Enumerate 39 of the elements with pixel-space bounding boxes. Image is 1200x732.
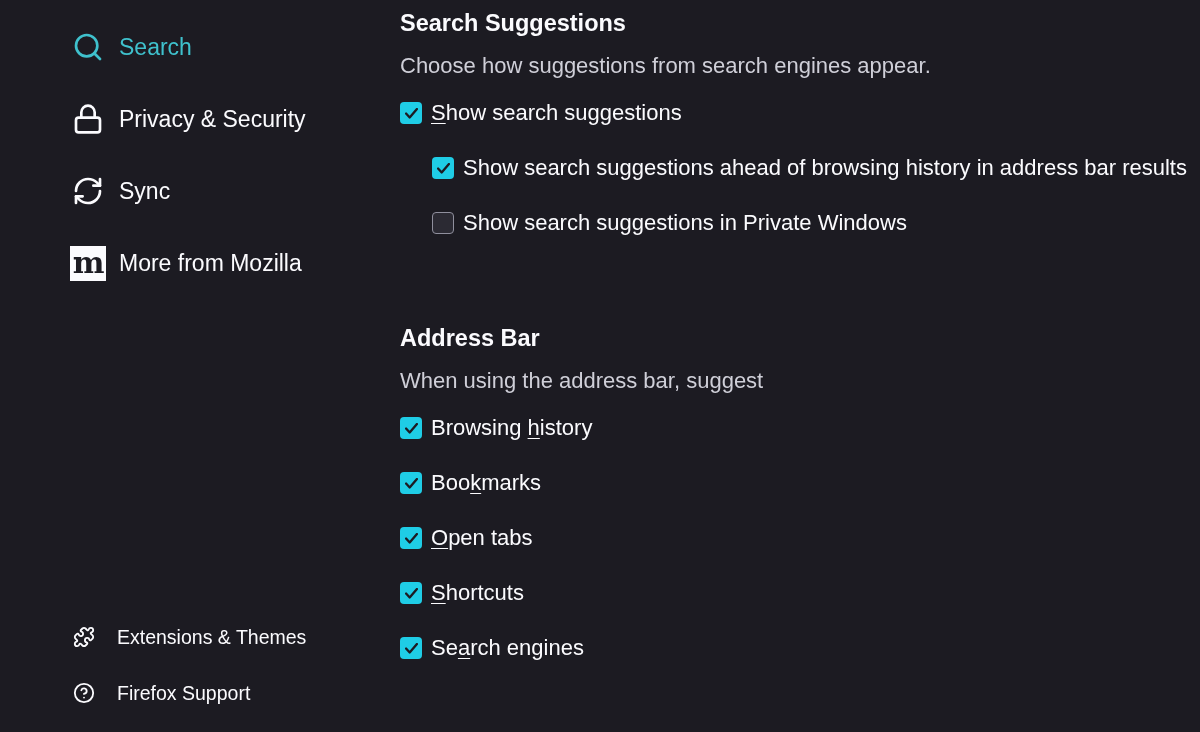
section-description: Choose how suggestions from search engines appear.	[400, 53, 931, 79]
option-label[interactable]: Bookmarks	[431, 470, 542, 496]
help-icon	[73, 682, 95, 704]
option-label[interactable]: Show search suggestions	[431, 100, 682, 126]
checkbox[interactable]	[400, 102, 422, 124]
section-description: When using the address bar, suggest	[400, 368, 764, 394]
sidebar-category[interactable]: Sync	[70, 173, 171, 209]
sidebar-link[interactable]: Extensions & Themes	[70, 622, 307, 652]
checkbox[interactable]	[400, 417, 422, 439]
check-icon	[404, 422, 418, 434]
checkbox[interactable]	[400, 582, 422, 604]
search-icon	[72, 31, 104, 63]
check-icon	[404, 477, 418, 489]
check-icon	[404, 587, 418, 599]
option-label[interactable]: Open tabs	[431, 525, 533, 551]
sidebar-category[interactable]: m More from Mozilla	[70, 245, 302, 281]
option-label[interactable]: Show search suggestions ahead of browsing history in address bar results	[463, 155, 1187, 181]
circular-arrows-icon	[72, 175, 104, 207]
option-label[interactable]: Shortcuts	[431, 580, 524, 606]
check-icon	[404, 107, 418, 119]
logo-icon: m	[70, 245, 106, 281]
section-heading: Search Suggestions	[400, 9, 626, 38]
sidebar-link[interactable]: Firefox Support	[70, 678, 251, 708]
section-heading: Address Bar	[400, 324, 540, 353]
check-icon	[436, 162, 450, 174]
check-icon	[404, 532, 418, 544]
option-label[interactable]: Show search suggestions in Private Windows	[463, 210, 907, 236]
check-icon	[404, 642, 418, 654]
sidebar-category[interactable]: Privacy & Security	[70, 101, 306, 137]
checkbox[interactable]	[400, 472, 422, 494]
checkbox[interactable]	[432, 157, 454, 179]
sidebar-category[interactable]: Search	[70, 29, 192, 65]
checkbox[interactable]	[400, 637, 422, 659]
lock-icon	[72, 103, 104, 135]
option-label[interactable]: Browsing history	[431, 415, 593, 441]
option-label[interactable]: Search engines	[431, 635, 584, 661]
checkbox[interactable]	[432, 212, 454, 234]
checkbox[interactable]	[400, 527, 422, 549]
puzzle-icon	[73, 626, 95, 648]
